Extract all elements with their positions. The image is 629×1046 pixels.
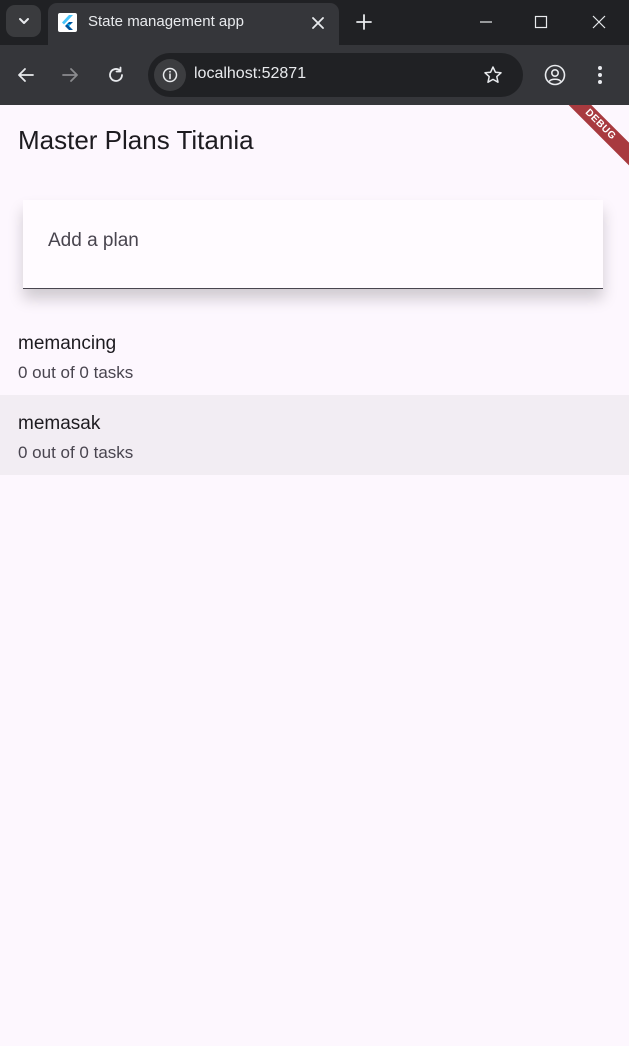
back-button[interactable] <box>11 60 41 90</box>
page-title: Master Plans Titania <box>18 125 254 155</box>
url-text: localhost:52871 <box>194 65 307 82</box>
browser-tab-strip: State management app <box>0 0 629 45</box>
plus-icon <box>356 14 372 30</box>
add-plan-input[interactable] <box>48 228 568 254</box>
debug-banner: DEBUG <box>555 105 629 170</box>
plan-task-count: 0 out of 0 tasks <box>18 363 134 382</box>
flutter-icon <box>58 13 77 32</box>
tab-search-button[interactable] <box>6 5 41 37</box>
plan-list-item[interactable]: memancing 0 out of 0 tasks <box>0 315 629 395</box>
chevron-down-icon <box>18 18 29 24</box>
minimize-button[interactable] <box>461 0 511 44</box>
maximize-button[interactable] <box>516 0 566 44</box>
add-plan-card <box>23 200 603 289</box>
browser-tab[interactable]: State management app <box>48 3 339 45</box>
address-bar[interactable]: localhost:52871 <box>148 53 523 97</box>
info-icon <box>162 67 178 83</box>
plan-list-item[interactable]: memasak 0 out of 0 tasks <box>0 395 629 475</box>
browser-menu-button[interactable] <box>585 60 615 90</box>
reload-icon <box>109 66 123 82</box>
site-info-button[interactable] <box>154 59 186 91</box>
maximize-icon <box>534 15 548 29</box>
arrow-right-icon <box>62 68 78 82</box>
forward-button[interactable] <box>55 60 85 90</box>
profile-button[interactable] <box>540 60 570 90</box>
profile-icon <box>544 64 566 86</box>
tab-close-button[interactable] <box>307 12 329 34</box>
reload-button[interactable] <box>101 60 131 90</box>
new-tab-button[interactable] <box>350 8 378 36</box>
plan-task-count: 0 out of 0 tasks <box>18 443 134 462</box>
tab-title: State management app <box>88 13 244 30</box>
close-window-button[interactable] <box>574 0 624 44</box>
plan-name: memancing <box>18 333 117 354</box>
bookmark-button[interactable] <box>479 61 507 89</box>
close-icon <box>592 15 606 29</box>
browser-toolbar: localhost:52871 <box>0 45 629 105</box>
close-icon <box>312 17 324 29</box>
arrow-left-icon <box>18 68 34 82</box>
more-vert-icon <box>598 66 602 84</box>
plan-name: memasak <box>18 413 101 434</box>
plan-list: memancing 0 out of 0 tasks memasak 0 out… <box>0 315 629 475</box>
star-icon <box>484 66 502 83</box>
minimize-icon <box>480 21 492 23</box>
app-body: Master Plans Titania DEBUG memancing 0 o… <box>0 105 629 1046</box>
